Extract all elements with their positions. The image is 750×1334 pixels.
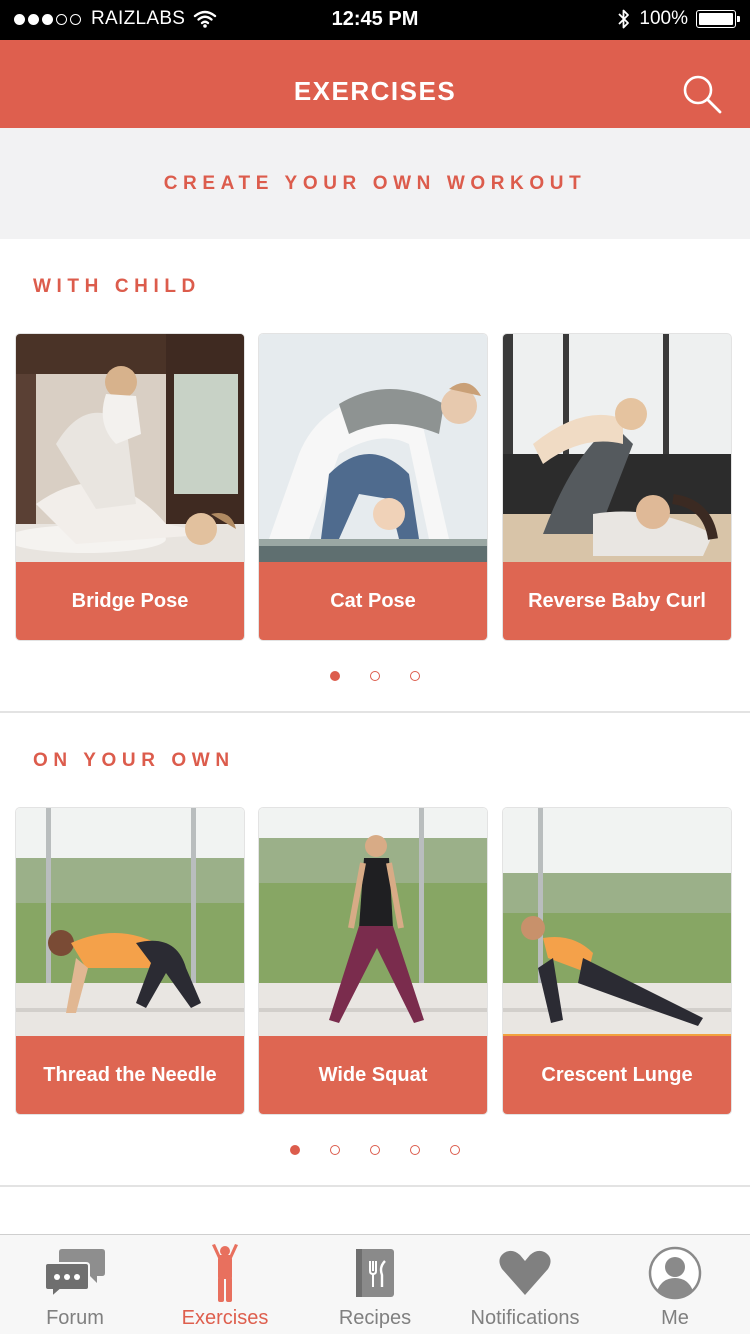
chat-bubbles-icon — [0, 1245, 150, 1301]
battery-percent: 100% — [639, 8, 688, 29]
page-dot[interactable] — [410, 671, 420, 681]
status-right: 100% — [617, 8, 740, 30]
tab-bar: Forum Exercises Recipes Notifications Me — [0, 1234, 750, 1334]
battery-fill — [699, 13, 733, 25]
exercise-card-label: Cat Pose — [259, 562, 487, 640]
page-dot[interactable] — [370, 671, 380, 681]
tab-label: Exercises — [181, 1307, 269, 1329]
exercise-card-label: Wide Squat — [259, 1036, 487, 1114]
tab-label: Me — [661, 1307, 689, 1329]
bluetooth-icon — [618, 9, 630, 29]
page-indicator-on-your-own[interactable] — [0, 1145, 750, 1155]
exercise-card-crescent-lunge[interactable]: Crescent Lunge — [502, 807, 732, 1115]
page-dot[interactable] — [450, 1145, 460, 1155]
exercise-card-label: Thread the Needle — [16, 1036, 244, 1114]
search-icon[interactable] — [680, 72, 724, 116]
page-dot[interactable] — [330, 671, 340, 681]
page-dot[interactable] — [410, 1145, 420, 1155]
exercise-photo — [503, 334, 731, 563]
create-workout-button[interactable]: CREATE YOUR OWN WORKOUT — [0, 128, 750, 239]
recipe-book-icon — [300, 1245, 450, 1301]
tab-recipes[interactable]: Recipes — [300, 1235, 450, 1334]
navigation-bar: EXERCISES — [0, 40, 750, 128]
tab-label: Forum — [46, 1307, 104, 1329]
exercise-photo — [16, 808, 244, 1037]
exercise-card-label: Bridge Pose — [16, 562, 244, 640]
exercise-card-bridge-pose[interactable]: Bridge Pose — [15, 333, 245, 641]
section-title-with-child: WITH CHILD — [33, 276, 201, 297]
tab-me[interactable]: Me — [600, 1235, 750, 1334]
page-indicator-with-child[interactable] — [0, 671, 750, 681]
profile-avatar-icon — [600, 1245, 750, 1301]
heart-icon — [450, 1245, 600, 1301]
tab-exercises[interactable]: Exercises — [150, 1235, 300, 1334]
battery-icon — [696, 10, 740, 28]
exercise-card-thread-the-needle[interactable]: Thread the Needle — [15, 807, 245, 1115]
page-dot[interactable] — [290, 1145, 300, 1155]
exercises-screen: RAIZLABS 12:45 PM 100% EXERCISES CREATE … — [0, 0, 750, 1334]
page-dot[interactable] — [330, 1145, 340, 1155]
exercise-card-label: Crescent Lunge — [503, 1036, 731, 1114]
tab-label: Recipes — [338, 1307, 412, 1329]
exercise-card-wide-squat[interactable]: Wide Squat — [258, 807, 488, 1115]
exercise-photo — [16, 334, 244, 563]
exercise-card-label: Reverse Baby Curl — [503, 562, 731, 640]
section-divider — [0, 711, 750, 713]
exercise-photo — [503, 808, 731, 1037]
tab-forum[interactable]: Forum — [0, 1235, 150, 1334]
create-workout-label: CREATE YOUR OWN WORKOUT — [163, 172, 587, 194]
page-title: EXERCISES — [293, 76, 457, 106]
page-dot[interactable] — [370, 1145, 380, 1155]
section-divider — [0, 1185, 750, 1187]
section-title-on-your-own: ON YOUR OWN — [33, 750, 235, 771]
exercise-card-reverse-baby-curl[interactable]: Reverse Baby Curl — [502, 333, 732, 641]
exercise-photo — [259, 334, 487, 563]
person-exercise-icon — [150, 1244, 300, 1302]
tab-notifications[interactable]: Notifications — [450, 1235, 600, 1334]
exercise-card-cat-pose[interactable]: Cat Pose — [258, 333, 488, 641]
exercise-photo — [259, 808, 487, 1037]
tab-label: Notifications — [470, 1307, 580, 1329]
status-bar: RAIZLABS 12:45 PM 100% — [0, 0, 750, 40]
